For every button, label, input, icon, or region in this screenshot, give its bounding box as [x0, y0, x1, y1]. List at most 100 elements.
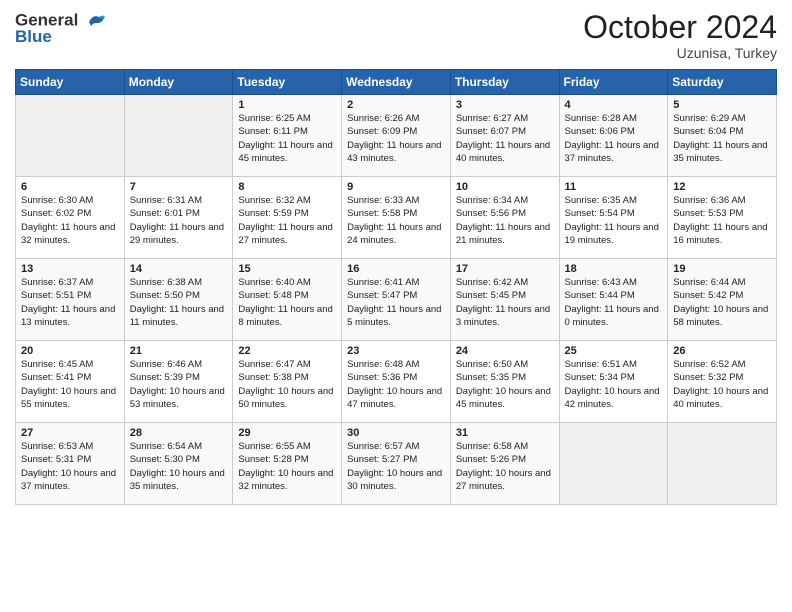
day-number: 14 — [130, 263, 228, 275]
calendar-day-cell: 12Sunrise: 6:36 AM Sunset: 5:53 PM Dayli… — [668, 177, 777, 259]
location-subtitle: Uzunisa, Turkey — [583, 45, 777, 61]
calendar-day-cell: 13Sunrise: 6:37 AM Sunset: 5:51 PM Dayli… — [16, 259, 125, 341]
day-number: 18 — [565, 263, 663, 275]
day-info: Sunrise: 6:27 AM Sunset: 6:07 PM Dayligh… — [456, 112, 554, 165]
day-number: 24 — [456, 345, 554, 357]
logo: General Blue — [15, 10, 107, 47]
day-info: Sunrise: 6:32 AM Sunset: 5:59 PM Dayligh… — [238, 194, 336, 247]
day-number: 11 — [565, 181, 663, 193]
calendar-day-cell: 11Sunrise: 6:35 AM Sunset: 5:54 PM Dayli… — [559, 177, 668, 259]
weekday-header-cell: Saturday — [668, 70, 777, 95]
day-info: Sunrise: 6:52 AM Sunset: 5:32 PM Dayligh… — [673, 358, 771, 411]
calendar-week-row: 1Sunrise: 6:25 AM Sunset: 6:11 PM Daylig… — [16, 95, 777, 177]
calendar-day-cell: 26Sunrise: 6:52 AM Sunset: 5:32 PM Dayli… — [668, 341, 777, 423]
title-block: October 2024 Uzunisa, Turkey — [583, 10, 777, 61]
day-info: Sunrise: 6:53 AM Sunset: 5:31 PM Dayligh… — [21, 440, 119, 493]
day-info: Sunrise: 6:41 AM Sunset: 5:47 PM Dayligh… — [347, 276, 445, 329]
calendar-day-cell: 4Sunrise: 6:28 AM Sunset: 6:06 PM Daylig… — [559, 95, 668, 177]
calendar-day-cell: 22Sunrise: 6:47 AM Sunset: 5:38 PM Dayli… — [233, 341, 342, 423]
day-info: Sunrise: 6:57 AM Sunset: 5:27 PM Dayligh… — [347, 440, 445, 493]
day-number: 13 — [21, 263, 119, 275]
day-info: Sunrise: 6:51 AM Sunset: 5:34 PM Dayligh… — [565, 358, 663, 411]
calendar-week-row: 20Sunrise: 6:45 AM Sunset: 5:41 PM Dayli… — [16, 341, 777, 423]
day-info: Sunrise: 6:44 AM Sunset: 5:42 PM Dayligh… — [673, 276, 771, 329]
day-number: 3 — [456, 99, 554, 111]
day-info: Sunrise: 6:40 AM Sunset: 5:48 PM Dayligh… — [238, 276, 336, 329]
day-number: 20 — [21, 345, 119, 357]
day-info: Sunrise: 6:50 AM Sunset: 5:35 PM Dayligh… — [456, 358, 554, 411]
day-number: 30 — [347, 427, 445, 439]
day-info: Sunrise: 6:28 AM Sunset: 6:06 PM Dayligh… — [565, 112, 663, 165]
day-number: 21 — [130, 345, 228, 357]
calendar-day-cell: 2Sunrise: 6:26 AM Sunset: 6:09 PM Daylig… — [342, 95, 451, 177]
weekday-header-cell: Sunday — [16, 70, 125, 95]
day-info: Sunrise: 6:45 AM Sunset: 5:41 PM Dayligh… — [21, 358, 119, 411]
weekday-header-cell: Monday — [124, 70, 233, 95]
day-info: Sunrise: 6:55 AM Sunset: 5:28 PM Dayligh… — [238, 440, 336, 493]
day-info: Sunrise: 6:38 AM Sunset: 5:50 PM Dayligh… — [130, 276, 228, 329]
calendar-day-cell: 9Sunrise: 6:33 AM Sunset: 5:58 PM Daylig… — [342, 177, 451, 259]
weekday-header-cell: Tuesday — [233, 70, 342, 95]
day-info: Sunrise: 6:47 AM Sunset: 5:38 PM Dayligh… — [238, 358, 336, 411]
day-number: 17 — [456, 263, 554, 275]
calendar-body: 1Sunrise: 6:25 AM Sunset: 6:11 PM Daylig… — [16, 95, 777, 505]
calendar-day-cell: 25Sunrise: 6:51 AM Sunset: 5:34 PM Dayli… — [559, 341, 668, 423]
calendar-day-cell: 7Sunrise: 6:31 AM Sunset: 6:01 PM Daylig… — [124, 177, 233, 259]
weekday-header-cell: Thursday — [450, 70, 559, 95]
day-info: Sunrise: 6:37 AM Sunset: 5:51 PM Dayligh… — [21, 276, 119, 329]
calendar-day-cell: 8Sunrise: 6:32 AM Sunset: 5:59 PM Daylig… — [233, 177, 342, 259]
calendar-day-cell: 17Sunrise: 6:42 AM Sunset: 5:45 PM Dayli… — [450, 259, 559, 341]
day-number: 25 — [565, 345, 663, 357]
day-number: 6 — [21, 181, 119, 193]
day-info: Sunrise: 6:30 AM Sunset: 6:02 PM Dayligh… — [21, 194, 119, 247]
calendar-day-cell: 30Sunrise: 6:57 AM Sunset: 5:27 PM Dayli… — [342, 423, 451, 505]
day-number: 10 — [456, 181, 554, 193]
calendar-header-row: SundayMondayTuesdayWednesdayThursdayFrid… — [16, 70, 777, 95]
weekday-header-cell: Friday — [559, 70, 668, 95]
day-info: Sunrise: 6:26 AM Sunset: 6:09 PM Dayligh… — [347, 112, 445, 165]
calendar-day-cell — [668, 423, 777, 505]
day-number: 4 — [565, 99, 663, 111]
day-number: 1 — [238, 99, 336, 111]
logo-text: General Blue — [15, 10, 107, 47]
calendar-day-cell: 5Sunrise: 6:29 AM Sunset: 6:04 PM Daylig… — [668, 95, 777, 177]
calendar-day-cell: 27Sunrise: 6:53 AM Sunset: 5:31 PM Dayli… — [16, 423, 125, 505]
day-info: Sunrise: 6:42 AM Sunset: 5:45 PM Dayligh… — [456, 276, 554, 329]
day-info: Sunrise: 6:34 AM Sunset: 5:56 PM Dayligh… — [456, 194, 554, 247]
calendar-table: SundayMondayTuesdayWednesdayThursdayFrid… — [15, 69, 777, 505]
calendar-day-cell: 28Sunrise: 6:54 AM Sunset: 5:30 PM Dayli… — [124, 423, 233, 505]
day-number: 16 — [347, 263, 445, 275]
calendar-day-cell — [124, 95, 233, 177]
day-number: 2 — [347, 99, 445, 111]
day-number: 8 — [238, 181, 336, 193]
calendar-week-row: 27Sunrise: 6:53 AM Sunset: 5:31 PM Dayli… — [16, 423, 777, 505]
month-title: October 2024 — [583, 10, 777, 45]
calendar-day-cell: 18Sunrise: 6:43 AM Sunset: 5:44 PM Dayli… — [559, 259, 668, 341]
calendar-day-cell: 10Sunrise: 6:34 AM Sunset: 5:56 PM Dayli… — [450, 177, 559, 259]
page: General Blue October 2024 Uzunisa, Turke… — [0, 0, 792, 612]
day-number: 12 — [673, 181, 771, 193]
calendar-week-row: 6Sunrise: 6:30 AM Sunset: 6:02 PM Daylig… — [16, 177, 777, 259]
calendar-day-cell: 31Sunrise: 6:58 AM Sunset: 5:26 PM Dayli… — [450, 423, 559, 505]
calendar-day-cell — [16, 95, 125, 177]
day-number: 9 — [347, 181, 445, 193]
day-info: Sunrise: 6:58 AM Sunset: 5:26 PM Dayligh… — [456, 440, 554, 493]
day-info: Sunrise: 6:54 AM Sunset: 5:30 PM Dayligh… — [130, 440, 228, 493]
day-info: Sunrise: 6:33 AM Sunset: 5:58 PM Dayligh… — [347, 194, 445, 247]
header: General Blue October 2024 Uzunisa, Turke… — [15, 10, 777, 61]
day-info: Sunrise: 6:43 AM Sunset: 5:44 PM Dayligh… — [565, 276, 663, 329]
calendar-day-cell — [559, 423, 668, 505]
calendar-day-cell: 24Sunrise: 6:50 AM Sunset: 5:35 PM Dayli… — [450, 341, 559, 423]
calendar-day-cell: 3Sunrise: 6:27 AM Sunset: 6:07 PM Daylig… — [450, 95, 559, 177]
day-info: Sunrise: 6:35 AM Sunset: 5:54 PM Dayligh… — [565, 194, 663, 247]
day-info: Sunrise: 6:46 AM Sunset: 5:39 PM Dayligh… — [130, 358, 228, 411]
day-number: 5 — [673, 99, 771, 111]
day-info: Sunrise: 6:36 AM Sunset: 5:53 PM Dayligh… — [673, 194, 771, 247]
calendar-day-cell: 29Sunrise: 6:55 AM Sunset: 5:28 PM Dayli… — [233, 423, 342, 505]
day-number: 23 — [347, 345, 445, 357]
calendar-week-row: 13Sunrise: 6:37 AM Sunset: 5:51 PM Dayli… — [16, 259, 777, 341]
logo-bird-icon — [85, 10, 107, 32]
calendar-day-cell: 6Sunrise: 6:30 AM Sunset: 6:02 PM Daylig… — [16, 177, 125, 259]
day-info: Sunrise: 6:29 AM Sunset: 6:04 PM Dayligh… — [673, 112, 771, 165]
day-number: 15 — [238, 263, 336, 275]
